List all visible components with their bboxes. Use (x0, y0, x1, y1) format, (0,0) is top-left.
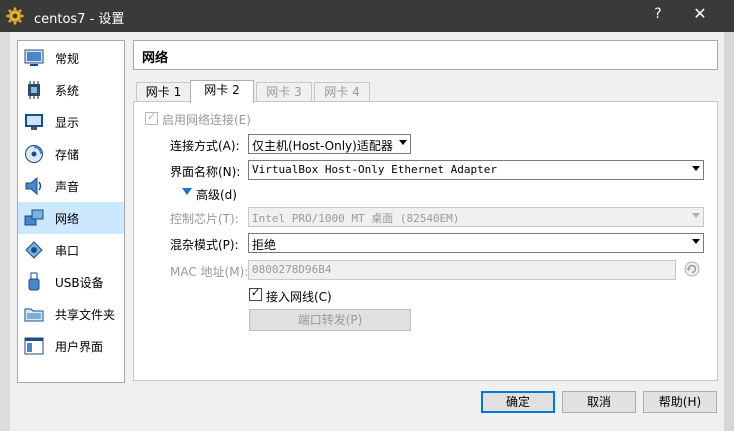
sidebar-item-audio[interactable]: 声音 (18, 170, 124, 202)
shared-folder-icon (24, 308, 44, 322)
title-bar: centos7 - 设置 ? ✕ (0, 0, 734, 32)
chevron-down-icon (692, 213, 700, 218)
tab-adapter-3[interactable]: 网卡 3 (256, 82, 312, 102)
sidebar-item-label: 存储 (55, 148, 80, 162)
tab-adapter-4[interactable]: 网卡 4 (314, 82, 370, 102)
sidebar-item-serial-port[interactable]: 串口 (18, 234, 124, 266)
cancel-button[interactable]: 取消 (562, 391, 636, 413)
background-window-edge (0, 32, 10, 431)
promiscuous-mode-select[interactable]: 拒绝 (248, 233, 704, 253)
gear-icon (6, 7, 24, 25)
check-mark-icon: ✓ (147, 110, 157, 123)
tab-adapter-2[interactable]: 网卡 2 (190, 80, 254, 103)
port-forwarding-button[interactable]: 端口转发(P) (249, 309, 411, 331)
page-title: 网络 (142, 51, 169, 66)
close-button[interactable]: ✕ (688, 4, 712, 23)
sidebar-item-label: 系统 (55, 84, 80, 98)
sidebar-item-system[interactable]: 系统 (18, 74, 124, 106)
sidebar-item-label: 串口 (55, 244, 80, 258)
cable-connected-checkbox[interactable]: ✓ (249, 286, 262, 301)
sidebar-item-shared-folders[interactable]: 共享文件夹 (18, 298, 124, 330)
serial-port-icon (25, 241, 43, 259)
adapter-type-value: Intel PRO/1000 MT 桌面 (82540EM) (252, 212, 460, 225)
sidebar-item-user-interface[interactable]: 用户界面 (18, 330, 124, 362)
help-title-button[interactable]: ? (648, 6, 668, 22)
check-mark-icon: ✓ (251, 286, 261, 299)
enable-adapter-checkbox[interactable]: ✓ (145, 110, 158, 125)
adapter-name-select[interactable]: VirtualBox Host-Only Ethernet Adapter (248, 160, 704, 180)
sidebar-item-general[interactable]: 常规 (18, 42, 124, 74)
sidebar-item-label: 声音 (55, 180, 80, 194)
sidebar-item-label: 共享文件夹 (55, 308, 116, 322)
sidebar-item-label: USB设备 (55, 276, 104, 290)
enable-adapter-label: 启用网络连接(E) (162, 113, 251, 127)
window-title: centos7 - 设置 (34, 12, 125, 27)
sidebar-item-label: 显示 (55, 116, 80, 130)
audio-icon (25, 176, 42, 196)
refresh-icon[interactable] (684, 261, 700, 277)
adapter-name-label: 界面名称(N): (170, 165, 241, 179)
system-icon (28, 81, 40, 99)
chevron-down-icon (399, 140, 407, 145)
expand-arrow-icon[interactable] (182, 188, 192, 195)
tab-adapter-1[interactable]: 网卡 1 (136, 82, 191, 102)
sidebar-item-usb[interactable]: USB设备 (18, 266, 124, 298)
storage-icon (25, 145, 43, 163)
sidebar-item-storage[interactable]: 存储 (18, 138, 124, 170)
page-header: 网络 (133, 40, 718, 70)
adapter-type-select[interactable]: Intel PRO/1000 MT 桌面 (82540EM) (248, 207, 704, 227)
attached-to-select[interactable]: 仅主机(Host-Only)适配器 (248, 134, 411, 154)
usb-icon (28, 272, 40, 291)
mac-address-label: MAC 地址(M): (170, 265, 249, 279)
attached-to-value: 仅主机(Host-Only)适配器 (252, 139, 393, 153)
cable-connected-label: 接入网线(C) (266, 290, 332, 304)
sidebar-item-label: 常规 (55, 52, 80, 66)
advanced-toggle[interactable]: 高级(d) (196, 186, 237, 203)
attached-to-label: 连接方式(A): (170, 139, 240, 153)
user-interface-icon (24, 337, 44, 355)
display-icon (25, 114, 43, 130)
sidebar-item-display[interactable]: 显示 (18, 106, 124, 138)
settings-sidebar: 常规 系统 显示 存储 声音 网络 串口 USB设备 共享文件夹 用户界面 (17, 40, 125, 383)
adapter-name-value: VirtualBox Host-Only Ethernet Adapter (252, 163, 498, 176)
background-window-edge-right (724, 32, 734, 431)
sidebar-item-label: 用户界面 (55, 340, 104, 354)
sidebar-item-network[interactable]: 网络 (18, 202, 124, 234)
ok-button[interactable]: 确定 (481, 391, 555, 413)
mac-address-value: 0800278D96B4 (252, 263, 332, 276)
promiscuous-mode-label: 混杂模式(P): (170, 238, 239, 252)
chevron-down-icon (692, 166, 700, 171)
adapter-type-label: 控制芯片(T): (170, 212, 239, 226)
promiscuous-mode-value: 拒绝 (252, 238, 277, 252)
general-icon (24, 49, 44, 66)
sidebar-item-label: 网络 (55, 212, 80, 226)
mac-address-field[interactable]: 0800278D96B4 (248, 260, 676, 280)
chevron-down-icon (692, 239, 700, 244)
help-button[interactable]: 帮助(H) (643, 391, 717, 413)
network-icon (24, 209, 44, 226)
